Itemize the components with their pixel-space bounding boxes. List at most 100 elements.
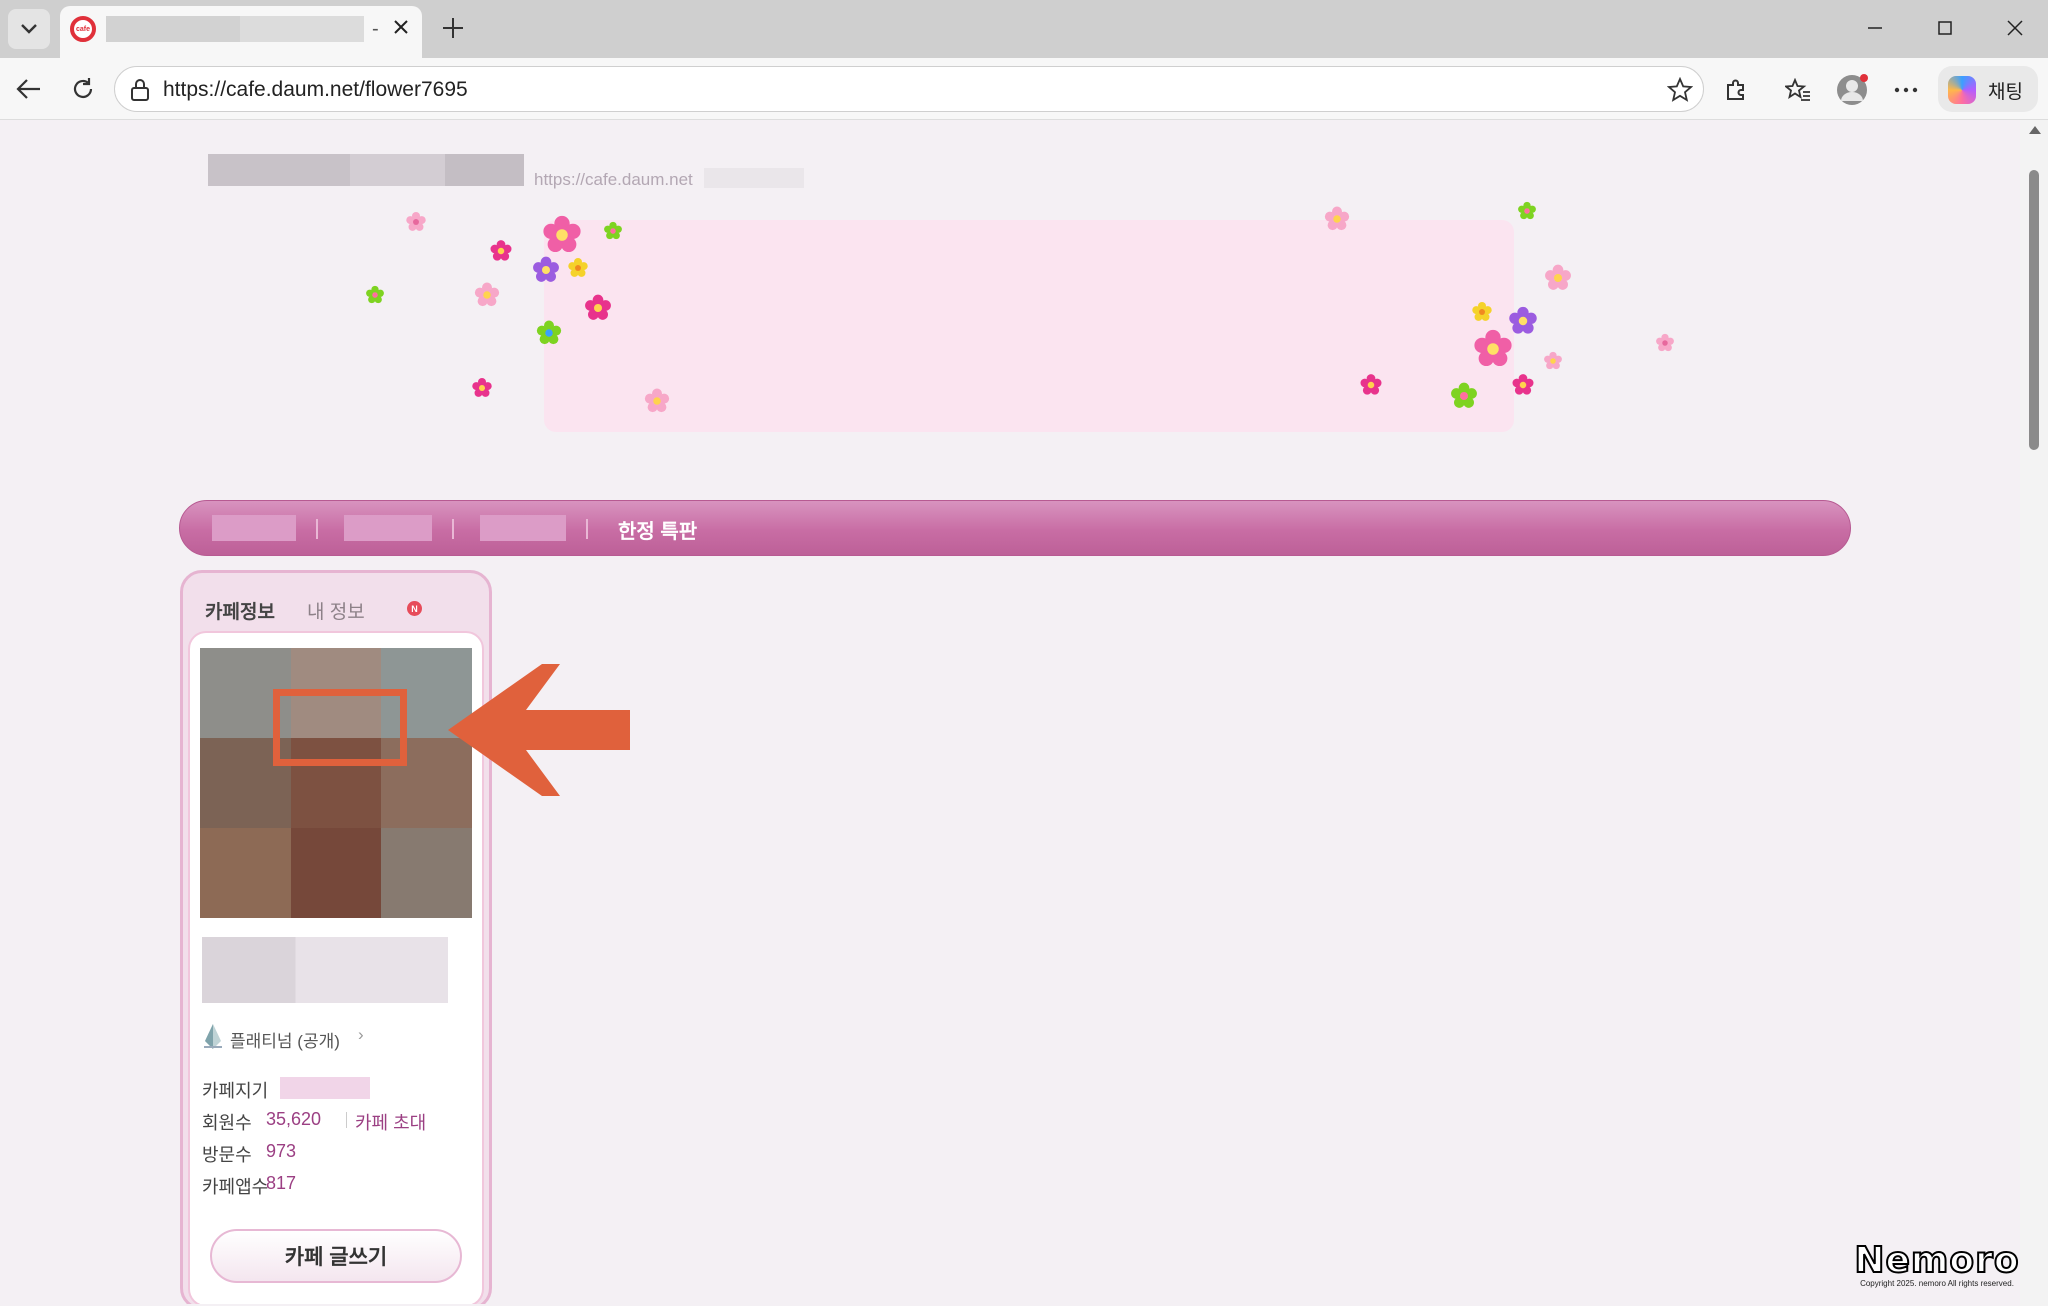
back-button[interactable] [10,70,48,108]
daum-cafe-favicon-icon: cafe [70,16,96,42]
extensions-button[interactable] [1718,72,1754,108]
visits-count: 973 [266,1141,297,1161]
menu-divider [586,519,588,539]
flower-icon [366,285,384,304]
visits-label: 방문수 [202,1145,252,1165]
menu-divider [452,519,454,539]
divider [346,1112,347,1128]
maximize-button[interactable] [1918,8,1972,48]
flower-icon [490,240,512,261]
flower-icon [543,215,581,253]
flower-icon [474,282,500,307]
active-tab[interactable]: cafe - [60,6,422,58]
cafe-menu-bar: 한정 특판 [179,500,1851,556]
close-window-button[interactable] [1988,8,2042,48]
cafe-name-redacted[interactable] [208,154,524,186]
back-arrow-icon [16,79,40,99]
tab-bar: cafe - [0,0,2048,58]
flower-icon [1545,264,1571,290]
copilot-chat-button[interactable]: 채팅 [1938,66,2038,112]
flower-icon [1512,374,1534,395]
platinum-grade-icon [204,1024,222,1049]
favorites-button[interactable] [1780,72,1816,108]
info-tabs: 카페정보 내 정보 N [183,573,489,633]
cafe-write-button[interactable]: 카페 글쓰기 [210,1229,462,1283]
minimize-icon [1868,27,1882,29]
menu-divider [316,519,318,539]
flower-icon [568,258,588,277]
image-pixel [290,828,382,918]
plus-icon [443,18,463,38]
menu-item-redacted[interactable] [344,515,432,541]
chevron-down-icon [21,24,37,34]
tab-title: - [372,18,379,40]
flower-icon [644,388,670,413]
members-label: 회원수 [202,1113,252,1133]
app-count-label: 카페앱수 [202,1177,269,1197]
close-icon [2007,20,2023,36]
scroll-up-icon[interactable] [2029,126,2041,134]
flower-icon [1451,382,1477,408]
tab-cafe-info[interactable]: 카페정보 [205,597,275,624]
cafe-banner [544,220,1514,432]
watermark-copyright: Copyright 2025. nemoro All rights reserv… [1860,1279,2014,1288]
minimize-button[interactable] [1848,8,1902,48]
annotation-arrow-icon [448,664,630,796]
grade-label[interactable]: 플래티넘 (공개) [230,1027,340,1052]
tab-list-button[interactable] [8,9,50,49]
image-pixel [200,828,291,918]
annotation-highlight-box [273,689,407,766]
profile-button[interactable] [1834,72,1870,108]
flower-icon [533,256,559,282]
manager-name-redacted[interactable] [280,1077,370,1099]
flower-icon [1544,351,1562,370]
more-dots-icon [1894,87,1918,93]
menu-item-redacted[interactable] [212,515,296,541]
tab-my-info[interactable]: 내 정보 [307,597,365,624]
manager-label: 카페지기 [202,1081,269,1101]
puzzle-icon [1727,79,1744,100]
menu-item-special-sale[interactable]: 한정 특판 [618,515,697,544]
cafe-invite-link[interactable]: 카페 초대 [355,1109,426,1135]
maximize-icon [1938,21,1952,35]
cafe-url-redacted [704,168,804,188]
flower-icon [406,212,426,231]
flower-icon [1360,374,1382,395]
watermark: Nemoro Copyright 2025. nemoro All rights… [1842,1239,2032,1288]
copilot-icon [1948,76,1976,104]
flower-icon [585,294,611,320]
flower-icon [1324,206,1350,231]
new-badge: N [407,601,422,616]
url-text[interactable]: https://cafe.daum.net/flower7695 [163,78,468,102]
browser-toolbar: https://cafe.daum.net/flower7695 채팅 [0,58,2048,120]
settings-more-button[interactable] [1888,72,1924,108]
reload-button[interactable] [64,70,102,108]
watermark-brand: Nemoro [1853,1239,2020,1282]
flower-icon [1474,329,1512,367]
chevron-right-icon[interactable]: › [358,1025,364,1045]
flower-icon [1656,333,1674,352]
new-tab-button[interactable] [432,8,474,48]
reload-icon [73,78,93,98]
menu-item-redacted[interactable] [480,515,566,541]
flower-icon [472,378,492,397]
page-content: https://cafe.daum.net 한정 특판 카페정보 내 정보 N [4,120,2020,1304]
address-bar[interactable]: https://cafe.daum.net/flower7695 [114,66,1704,112]
copilot-label: 채팅 [1988,82,2023,103]
cafe-url[interactable]: https://cafe.daum.net [534,170,693,190]
close-tab-button[interactable] [384,10,418,44]
image-pixel [381,828,472,918]
members-count[interactable]: 35,620 [266,1109,321,1130]
flower-icon [536,320,562,345]
flower-icon [1518,201,1536,220]
app-count: 817 [266,1173,297,1193]
tab-title-redacted [106,16,364,42]
close-icon [394,20,408,34]
cafe-title-redacted [202,937,448,1003]
flower-icon [604,221,622,240]
favorite-star-icon[interactable] [1667,77,1693,103]
page-scrollbar[interactable] [2020,120,2048,1306]
site-info-icon[interactable] [129,78,151,102]
favorites-list-icon [1785,78,1810,101]
scroll-thumb[interactable] [2029,170,2039,450]
